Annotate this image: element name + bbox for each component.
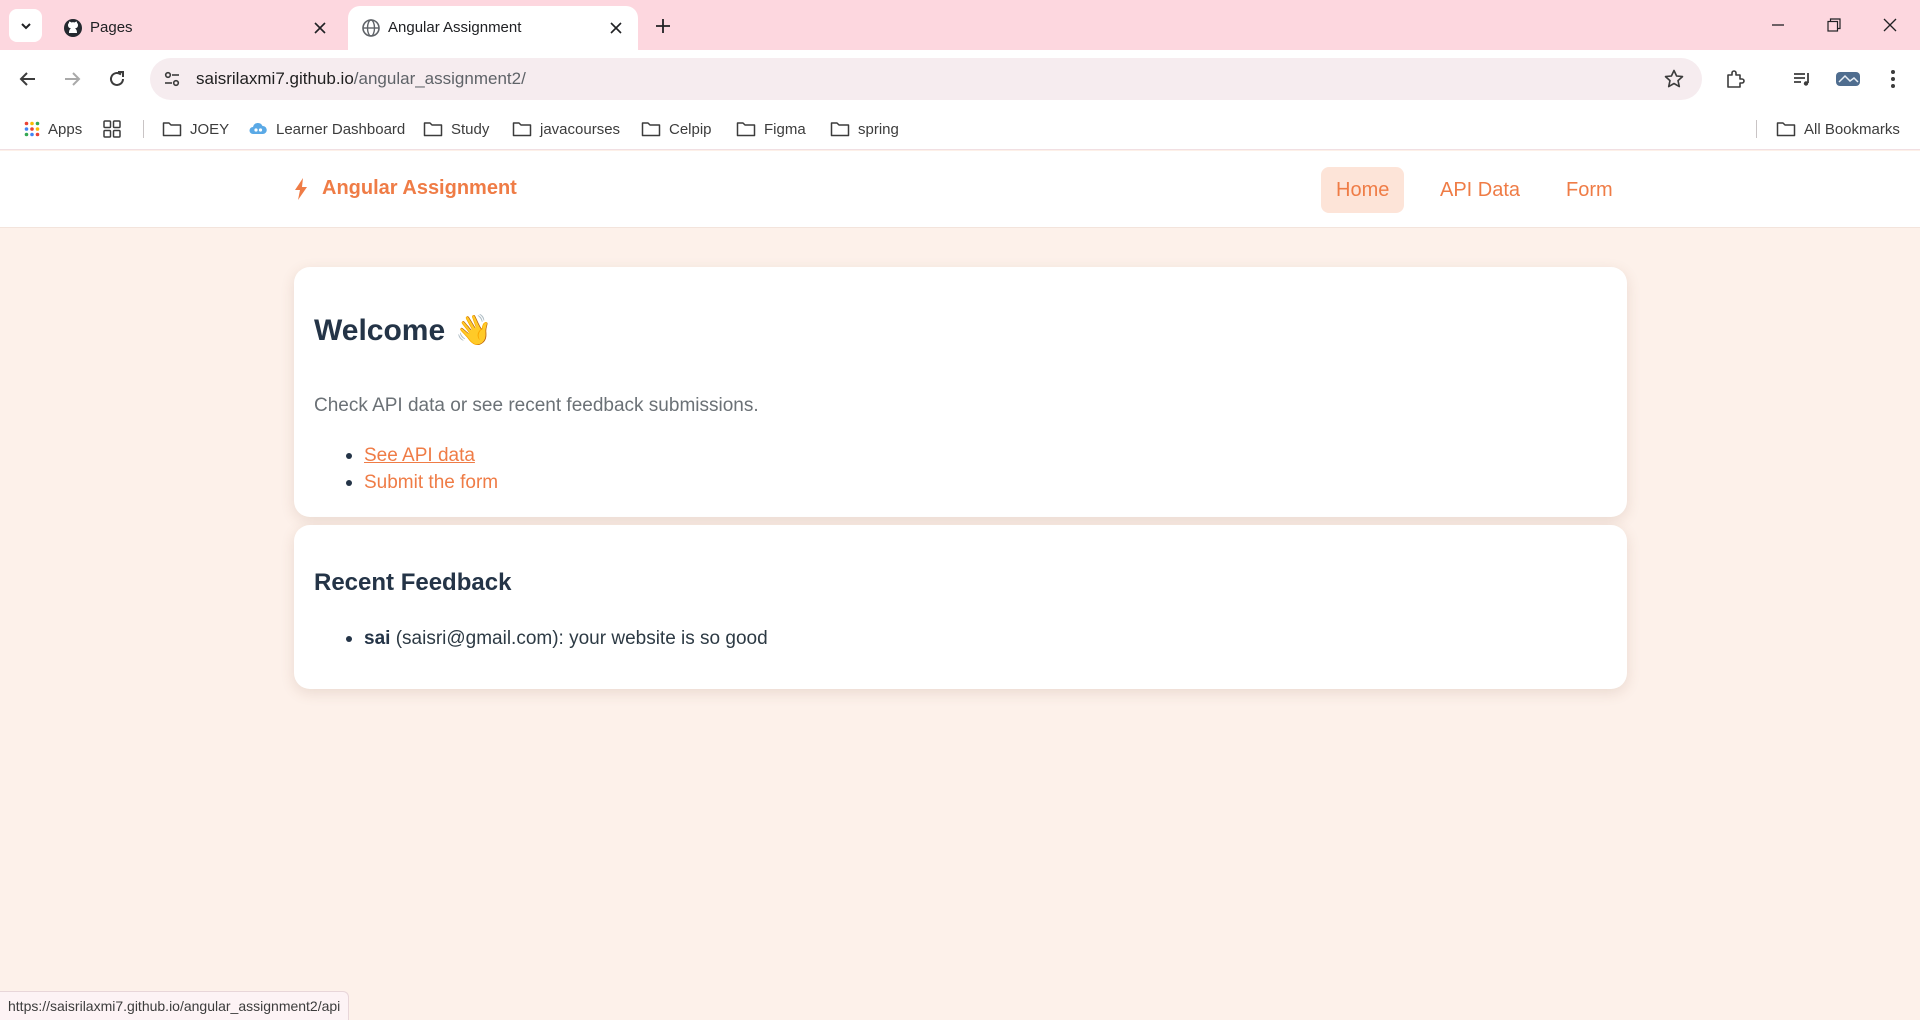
nav-api-data[interactable]: API Data	[1425, 167, 1535, 213]
bookmark-label: javacourses	[540, 120, 621, 138]
bookmark-joey[interactable]: JOEY	[162, 117, 229, 141]
url-host: saisrilaxmi7.github.io	[196, 69, 354, 88]
browser-toolbar: saisrilaxmi7.github.io/angular_assignmen…	[0, 50, 1920, 108]
feedback-card: Recent Feedback sai (saisri@gmail.com): …	[294, 525, 1627, 689]
folder-icon	[830, 122, 850, 137]
apps-grid-icon	[24, 121, 40, 137]
puzzle-icon	[1727, 70, 1745, 88]
close-icon[interactable]	[606, 18, 626, 38]
folder-icon	[512, 122, 532, 137]
welcome-links: See API data Submit the form	[314, 442, 498, 496]
extensions-button[interactable]	[1719, 63, 1751, 95]
all-bookmarks-button[interactable]: All Bookmarks	[1776, 117, 1900, 141]
folder-icon	[1776, 122, 1796, 137]
reload-button[interactable]	[101, 63, 133, 95]
folder-icon	[423, 122, 443, 137]
bookmark-figma[interactable]: Figma	[736, 117, 806, 141]
back-arrow-icon	[19, 72, 35, 86]
status-url-bubble: https://saisrilaxmi7.github.io/angular_a…	[0, 991, 350, 1020]
tab-angular-assignment[interactable]: Angular Assignment	[348, 6, 638, 50]
bookmark-label: Celpip	[669, 120, 712, 138]
bookmark-apps[interactable]: Apps	[24, 117, 82, 141]
minimize-icon	[1772, 24, 1784, 26]
url-text: saisrilaxmi7.github.io/angular_assignmen…	[196, 69, 526, 89]
url-path: /angular_assignment2/	[353, 69, 526, 88]
bookmark-label: Apps	[48, 120, 83, 138]
close-window-button[interactable]	[1875, 10, 1905, 40]
submit-form-link[interactable]: Submit the form	[364, 472, 498, 493]
bookmark-label: JOEY	[190, 120, 230, 138]
restore-icon	[1827, 18, 1841, 32]
globe-icon	[362, 19, 380, 37]
feedback-name: sai	[364, 628, 391, 649]
address-bar[interactable]: saisrilaxmi7.github.io/angular_assignmen…	[150, 58, 1702, 100]
welcome-card: Welcome 👋 Check API data or see recent f…	[294, 267, 1627, 517]
web-page: Angular Assignment Home API Data Form We…	[0, 151, 1920, 1020]
feedback-detail: (saisri@gmail.com): your website is so g…	[395, 628, 768, 649]
feedback-item: sai (saisri@gmail.com): your website is …	[314, 625, 768, 652]
folder-icon	[162, 122, 182, 137]
folder-icon	[641, 122, 661, 137]
bookmark-label: spring	[858, 120, 899, 138]
tab-title: Pages	[90, 19, 133, 36]
list-item: Submit the form	[314, 469, 498, 496]
kebab-menu-icon	[1891, 70, 1895, 88]
menu-button[interactable]	[1877, 63, 1909, 95]
welcome-subtitle: Check API data or see recent feedback su…	[314, 395, 759, 416]
tab-groups-button[interactable]	[103, 117, 121, 141]
cloud-icon	[249, 122, 267, 134]
bookmark-label: Learner Dashboard	[276, 120, 406, 138]
bookmark-study[interactable]: Study	[423, 117, 489, 141]
bookmark-star-icon[interactable]	[1662, 67, 1686, 91]
welcome-heading: Welcome 👋	[314, 313, 493, 348]
close-icon	[1883, 18, 1897, 32]
bookmarks-bar: Apps JOEY Learner Dashboard Study javaco…	[0, 108, 1920, 150]
feedback-heading: Recent Feedback	[314, 569, 512, 596]
reload-icon	[110, 71, 124, 86]
chevron-down-icon	[20, 22, 31, 29]
bookmark-label: Study	[451, 120, 490, 138]
nav-home[interactable]: Home	[1321, 167, 1405, 213]
waving-hand-icon: 👋	[455, 314, 493, 347]
bookmark-javacourses[interactable]: javacourses	[512, 117, 620, 141]
welcome-title: Welcome	[314, 313, 446, 347]
bookmark-label: Figma	[764, 120, 806, 138]
site-info-icon[interactable]	[160, 67, 184, 91]
bookmark-celpip[interactable]: Celpip	[641, 117, 712, 141]
playlist-icon	[1794, 73, 1809, 86]
media-controls-button[interactable]	[1786, 63, 1818, 95]
back-button[interactable]	[12, 63, 44, 95]
github-icon	[64, 19, 82, 37]
new-tab-button[interactable]	[650, 13, 676, 39]
forward-arrow-icon	[65, 72, 81, 86]
bookmark-divider	[1756, 120, 1757, 138]
app-brand[interactable]: Angular Assignment	[294, 177, 517, 200]
avatar	[1836, 72, 1860, 86]
close-icon[interactable]	[310, 18, 330, 38]
forward-button[interactable]	[56, 63, 88, 95]
bookmark-learner-dashboard[interactable]: Learner Dashboard	[248, 117, 405, 141]
bookmark-divider	[143, 120, 144, 138]
minimize-button[interactable]	[1763, 10, 1793, 40]
tab-search-button[interactable]	[9, 9, 42, 42]
list-item: See API data	[314, 442, 498, 469]
tab-strip: Pages Angular Assignment	[0, 0, 1920, 50]
feedback-list: sai (saisri@gmail.com): your website is …	[314, 625, 768, 652]
tab-title: Angular Assignment	[388, 19, 522, 36]
folder-icon	[736, 122, 756, 137]
bookmark-spring[interactable]: spring	[830, 117, 899, 141]
app-title: Angular Assignment	[322, 177, 517, 199]
profile-avatar-button[interactable]	[1832, 63, 1864, 95]
tab-groups-icon	[103, 120, 121, 138]
bookmark-label: All Bookmarks	[1804, 120, 1900, 138]
restore-button[interactable]	[1819, 10, 1849, 40]
plus-icon	[656, 19, 670, 33]
lightning-bolt-icon	[295, 177, 307, 200]
tab-pages[interactable]: Pages	[50, 6, 342, 50]
see-api-data-link[interactable]: See API data	[364, 445, 475, 466]
app-navbar: Angular Assignment Home API Data Form	[0, 151, 1920, 228]
nav-form[interactable]: Form	[1551, 167, 1628, 213]
